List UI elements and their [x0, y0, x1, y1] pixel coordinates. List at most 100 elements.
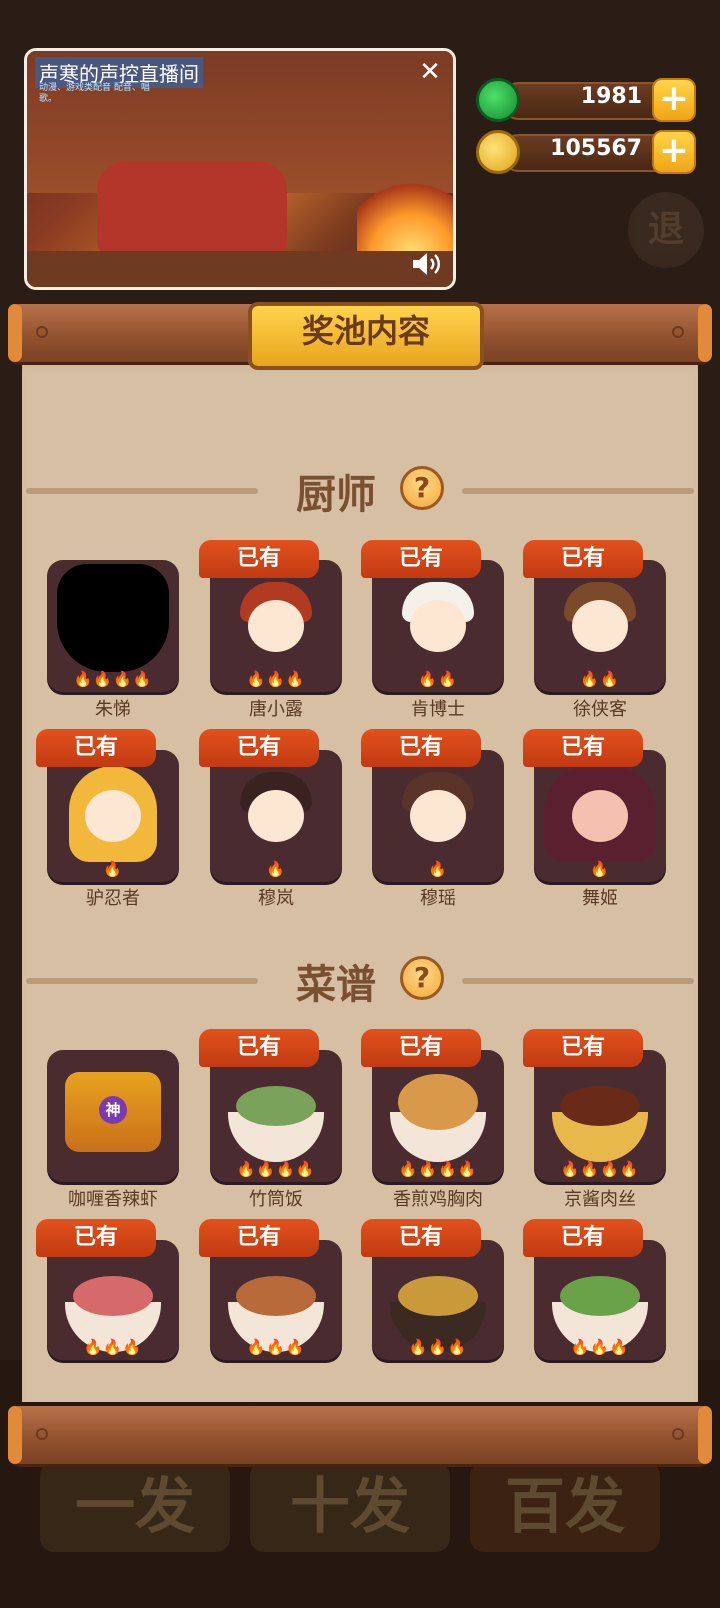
chef-name: 舞姬 [582, 888, 618, 909]
coin-icon [476, 130, 520, 174]
rarity-flames: 🔥🔥🔥 [408, 1338, 468, 1356]
panel-bottom-rail [8, 1406, 712, 1464]
recipe-card[interactable]: 🔥🔥🔥 [47, 1240, 179, 1360]
rarity-flames: 🔥 [428, 860, 448, 878]
chef-face [572, 790, 628, 842]
owned-badge: 已有 [199, 1219, 319, 1257]
owned-badge: 已有 [361, 1029, 481, 1067]
dish-food [560, 1276, 640, 1316]
dish-food [236, 1276, 316, 1316]
chef-name: 驴忍者 [86, 888, 140, 909]
jade-amount: 1981 [580, 84, 642, 109]
add-jade-button[interactable]: + [652, 78, 696, 122]
dish-food [73, 1276, 153, 1316]
draw-hundred-button[interactable]: 百发 [470, 1462, 660, 1552]
chef-face [248, 790, 304, 842]
chef-card-muyao[interactable]: 🔥 [372, 750, 504, 882]
add-coin-button[interactable]: + [652, 130, 696, 174]
owned-badge: 已有 [523, 1029, 643, 1067]
jade-currency: 1981 + [476, 78, 696, 122]
live-stream-overlay[interactable]: 声寒的声控直播间 动漫、游戏类配音 配音、唱歌。 ✕ [24, 48, 456, 290]
owned-badge: 已有 [199, 1029, 319, 1067]
recipe-card-chicken-breast[interactable]: 🔥🔥🔥🔥 [372, 1050, 504, 1182]
recipe-card-curry-shrimp[interactable]: 神 [47, 1050, 179, 1182]
dish-food [398, 1074, 478, 1130]
owned-badge: 已有 [36, 1219, 156, 1257]
rarity-flames: 🔥🔥🔥 [246, 1338, 306, 1356]
recipe-card[interactable]: 🔥🔥🔥 [210, 1240, 342, 1360]
chef-face [248, 600, 304, 652]
rarity-flames: 🔥🔥 [580, 670, 620, 688]
chef-face [410, 600, 466, 652]
chef-card-mulan[interactable]: 🔥 [210, 750, 342, 882]
coin-currency: 105567 + [476, 130, 696, 174]
chef-face [85, 790, 141, 842]
rarity-flames: 🔥 [103, 860, 123, 878]
recipe-name: 京酱肉丝 [564, 1189, 636, 1210]
owned-badge: 已有 [361, 1219, 481, 1257]
owned-badge: 已有 [523, 1219, 643, 1257]
chef-face [410, 790, 466, 842]
section-divider [462, 488, 694, 494]
rarity-flames: 🔥🔥🔥🔥 [73, 670, 153, 688]
recipe-name: 香煎鸡胸肉 [393, 1189, 483, 1210]
recipe-card[interactable]: 🔥🔥🔥 [372, 1240, 504, 1360]
chef-card-tangxiaolu[interactable]: 🔥🔥🔥 [210, 560, 342, 692]
section-divider [26, 488, 258, 494]
speaker-icon[interactable] [411, 251, 443, 277]
dish-food [398, 1276, 478, 1316]
owned-badge: 已有 [523, 729, 643, 767]
chef-card-wuji[interactable]: 🔥 [534, 750, 666, 882]
owned-badge: 已有 [361, 729, 481, 767]
chef-card-zhuti[interactable]: 🔥🔥🔥🔥 [47, 560, 179, 692]
section-divider [26, 978, 258, 984]
coin-amount: 105567 [550, 136, 642, 161]
owned-badge: 已有 [199, 729, 319, 767]
stream-scene-floor [27, 251, 453, 287]
divine-badge: 神 [99, 1096, 127, 1124]
recipe-card[interactable]: 🔥🔥🔥 [534, 1240, 666, 1360]
stream-scene-sofa [97, 161, 287, 256]
section-divider [462, 978, 694, 984]
panel-title: 奖池内容 [248, 302, 484, 370]
rarity-flames: 🔥🔥🔥 [246, 670, 306, 688]
rarity-flames: 🔥 [590, 860, 610, 878]
recipe-name: 竹筒饭 [249, 1189, 303, 1210]
dish-food [236, 1086, 316, 1126]
chef-name: 徐侠客 [573, 699, 627, 720]
draw-one-button[interactable]: 一发 [40, 1462, 230, 1552]
jade-icon [476, 78, 520, 122]
recipe-section-title: 菜谱 [296, 962, 376, 1008]
rarity-flames: 🔥 [266, 860, 286, 878]
rarity-flames: 🔥🔥🔥🔥 [236, 1160, 316, 1178]
chef-name: 肯博士 [411, 699, 465, 720]
chef-face [572, 600, 628, 652]
close-icon[interactable]: ✕ [415, 57, 445, 87]
chef-card-xuxiake[interactable]: 🔥🔥 [534, 560, 666, 692]
locked-silhouette [57, 564, 169, 672]
chef-card-lvrenzhe[interactable]: 🔥 [47, 750, 179, 882]
rarity-flames: 🔥🔥🔥 [570, 1338, 630, 1356]
chef-section-title: 厨师 [296, 472, 376, 518]
recipe-card-bamboo-rice[interactable]: 🔥🔥🔥🔥 [210, 1050, 342, 1182]
chef-card-kenboshi[interactable]: 🔥🔥 [372, 560, 504, 692]
draw-ten-button[interactable]: 十发 [250, 1462, 450, 1552]
owned-badge: 已有 [523, 540, 643, 578]
rarity-flames: 🔥🔥🔥🔥 [398, 1160, 478, 1178]
chef-name: 朱悌 [95, 699, 131, 720]
rarity-flames: 🔥🔥🔥 [83, 1338, 143, 1356]
recipe-help-icon[interactable]: ? [400, 956, 444, 1000]
owned-badge: 已有 [361, 540, 481, 578]
back-button[interactable]: 退 [628, 192, 704, 268]
owned-badge: 已有 [36, 729, 156, 767]
chef-name: 穆瑶 [420, 888, 456, 909]
stream-subtitle: 动漫、游戏类配音 配音、唱歌。 [39, 83, 150, 104]
dish-food [560, 1086, 640, 1126]
rarity-flames: 🔥🔥🔥🔥 [560, 1160, 640, 1178]
chef-name: 唐小露 [249, 699, 303, 720]
recipe-card-jingjiang-pork[interactable]: 🔥🔥🔥🔥 [534, 1050, 666, 1182]
chef-help-icon[interactable]: ? [400, 466, 444, 510]
rarity-flames: 🔥🔥 [418, 670, 458, 688]
owned-badge: 已有 [199, 540, 319, 578]
recipe-name: 咖喱香辣虾 [68, 1189, 158, 1210]
